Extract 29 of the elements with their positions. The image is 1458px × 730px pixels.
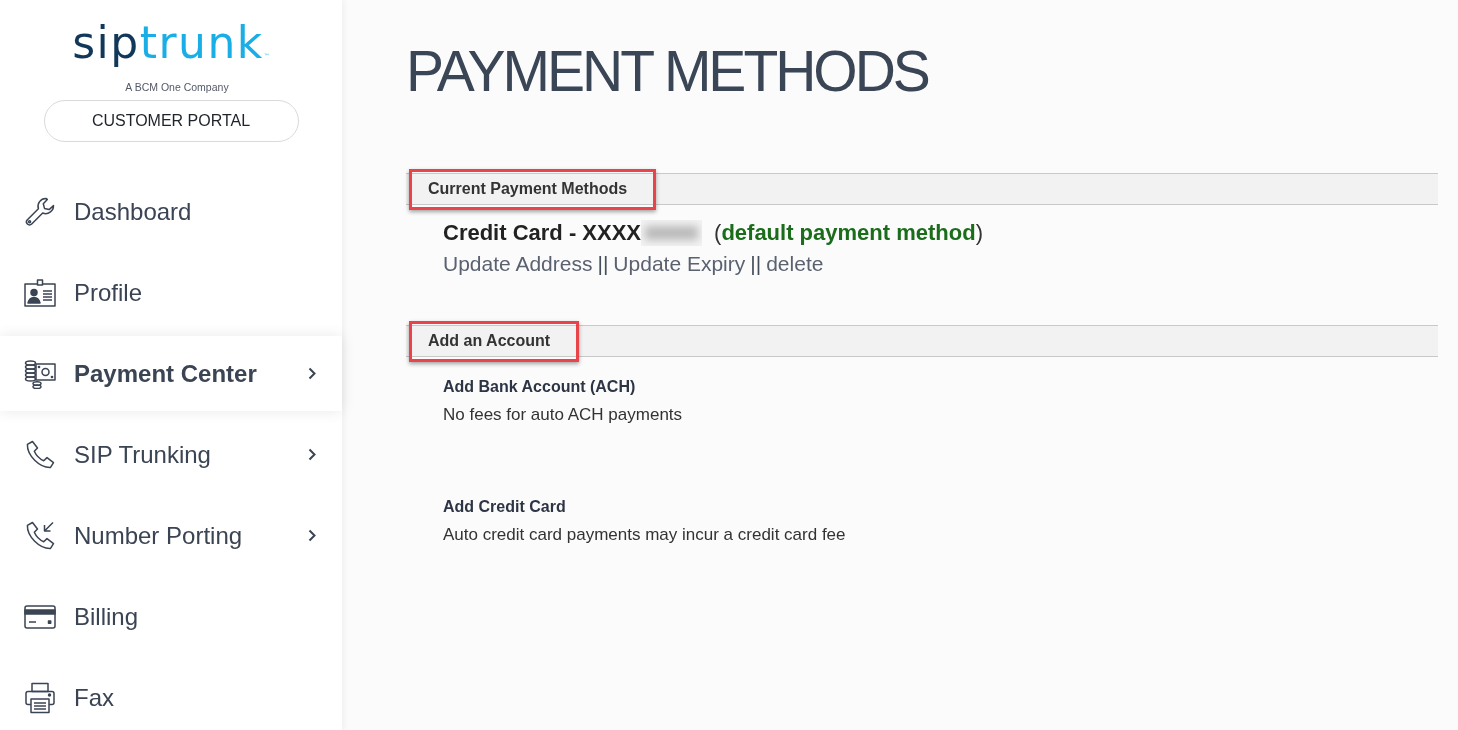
action-link[interactable]: Update Address xyxy=(443,252,593,276)
page-title: PAYMENT METHODS xyxy=(406,40,928,102)
section-title: Add an Account xyxy=(428,332,551,350)
phone-arrow-icon xyxy=(24,519,56,552)
link-separator: || xyxy=(750,252,762,276)
add-option-link[interactable]: Add Bank Account (ACH) xyxy=(443,376,636,398)
payment-method-label: Credit Card - XXXX xyxy=(443,220,642,246)
printer-icon xyxy=(24,681,56,714)
credit-card-icon xyxy=(24,604,56,629)
default-method-note: (default payment method) xyxy=(714,220,983,246)
logo-tagline: A BCM One Company xyxy=(125,81,229,93)
action-link[interactable]: delete xyxy=(766,252,824,276)
option-description: Auto credit card payments may incur a credit card fee xyxy=(443,524,846,546)
id-card-icon xyxy=(24,278,56,307)
link-separator: || xyxy=(597,252,609,276)
sidebar-item[interactable]: Payment Center xyxy=(0,336,342,411)
sidebar-item[interactable]: Dashboard xyxy=(0,174,342,249)
coins-and-bill-icon xyxy=(24,358,56,389)
option-description: No fees for auto ACH payments xyxy=(443,404,683,426)
section-title: Current Payment Methods xyxy=(428,180,628,198)
sidebar-item[interactable]: Number Porting xyxy=(0,498,342,573)
sidebar-item[interactable]: Billing xyxy=(0,579,342,654)
phone-icon xyxy=(24,438,56,471)
sidebar-item[interactable]: Profile xyxy=(0,255,342,330)
add-option-link[interactable]: Add Credit Card xyxy=(443,496,566,518)
sidebar-item[interactable]: Fax xyxy=(0,660,342,730)
wrench-icon xyxy=(24,195,56,228)
action-link[interactable]: Update Expiry xyxy=(613,252,746,276)
sidebar-item[interactable]: SIP Trunking xyxy=(0,417,342,492)
